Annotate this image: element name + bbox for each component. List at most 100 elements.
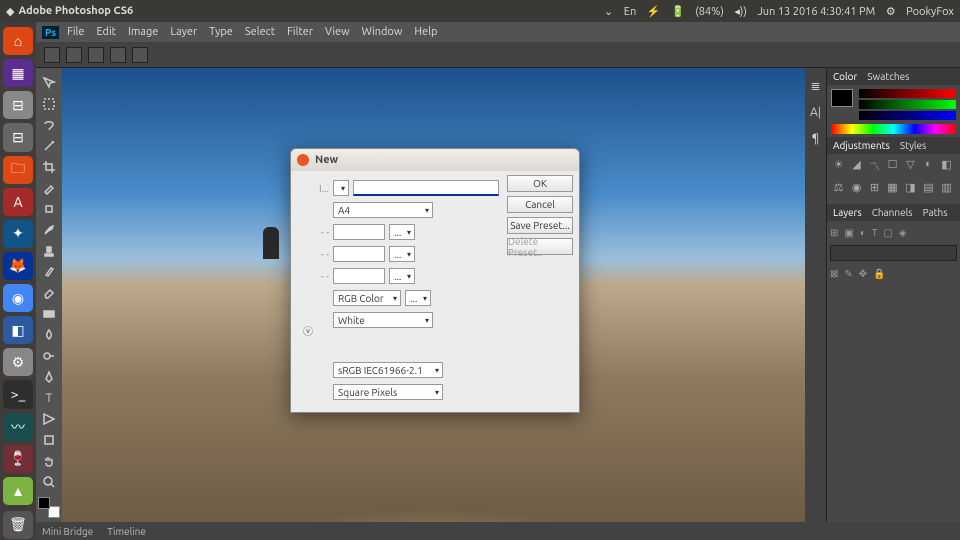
menu-edit[interactable]: Edit [96,26,116,38]
tab-styles[interactable]: Styles [900,140,926,151]
adj-vibrance-icon[interactable]: ▽ [903,158,918,172]
color-mode-select[interactable]: RGB Color [333,290,401,306]
history-icon[interactable]: ≣ [808,78,824,94]
menu-file[interactable]: File [67,26,84,38]
wifi-icon[interactable]: ⌄ [604,6,613,18]
advanced-toggle[interactable]: ⓥ [303,323,313,338]
drive2-icon[interactable]: ⊟ [3,123,33,151]
move-tool[interactable] [38,73,60,92]
crop-tool[interactable] [38,157,60,176]
volume-icon[interactable]: ◂)) [734,6,746,18]
adj-photo-icon[interactable]: ◉ [849,181,864,195]
eraser-tool[interactable] [38,283,60,302]
lay-img-icon[interactable]: ▣ [844,227,853,239]
pixel-aspect-select[interactable]: Square Pixels [333,384,443,400]
adj-curves-icon[interactable]: 〽 [867,158,882,172]
menu-help[interactable]: Help [414,26,437,38]
adj-bw-icon[interactable]: ◧ [939,158,954,172]
tab-minibridge[interactable]: Mini Bridge [42,526,93,537]
adj-brightness-icon[interactable]: ☀ [831,158,846,172]
menu-window[interactable]: Window [362,26,403,38]
history-tool[interactable] [38,262,60,281]
g-slider[interactable] [859,100,956,109]
tab-adjustments[interactable]: Adjustments [833,140,890,151]
tab-timeline[interactable]: Timeline [107,526,146,537]
clock[interactable]: Jun 13 2016 4:30:41 PM [757,6,875,18]
dash-icon[interactable]: ⌂ [3,27,33,55]
adj-thresh-icon[interactable]: ▥ [939,181,954,195]
name-dropdown[interactable] [333,180,349,196]
lock-icon[interactable]: ⊠ [830,268,838,280]
menu-image[interactable]: Image [128,26,158,38]
opt-box[interactable] [88,47,104,63]
r-slider[interactable] [859,89,956,98]
ok-button[interactable]: OK [507,175,573,192]
folder-icon[interactable]: 🗀 [3,156,33,184]
adj-levels-icon[interactable]: ◢ [849,158,864,172]
tab-channels[interactable]: Channels [872,207,913,218]
color-depth-select[interactable]: ... [405,290,431,306]
battery-icon[interactable]: 🔋 [671,6,685,18]
files-icon[interactable]: ▦ [3,59,33,87]
wand-tool[interactable] [38,136,60,155]
app2-icon[interactable]: ✦ [3,220,33,248]
width-unit[interactable]: ... [389,224,415,240]
app-icon[interactable]: A [3,188,33,216]
keyboard-lang[interactable]: En [624,6,636,18]
opt-box[interactable] [66,47,82,63]
height-input[interactable] [333,246,385,262]
trash-icon[interactable]: 🗑 [3,511,33,539]
lay-shape-icon[interactable]: ▢ [883,227,892,239]
menu-select[interactable]: Select [245,26,275,38]
lock4-icon[interactable]: 🔒 [873,268,885,280]
adj-lookup-icon[interactable]: ▦ [885,181,900,195]
name-input[interactable] [353,180,499,196]
tab-swatches[interactable]: Swatches [867,71,909,82]
opt-marquee-icon[interactable] [44,47,60,63]
res-unit[interactable]: ... [389,268,415,284]
save-preset-button[interactable]: Save Preset... [507,217,573,234]
dialog-titlebar[interactable]: New [291,149,579,171]
tab-paths[interactable]: Paths [923,207,948,218]
lay-adj-icon[interactable]: ◐ [860,227,866,239]
user-name[interactable]: PookyFox [906,6,954,18]
chrome-icon[interactable]: ◉ [3,284,33,312]
android-icon[interactable]: ▲ [3,477,33,505]
monitor-icon[interactable]: 〰 [3,413,33,441]
zoom-tool[interactable] [38,473,60,492]
color-swatch[interactable] [831,89,853,107]
blend-mode-select[interactable] [830,245,957,261]
b-slider[interactable] [859,111,956,120]
wine-icon[interactable]: 🍷 [3,445,33,473]
menu-view[interactable]: View [325,26,350,38]
gear-icon[interactable]: ⚙ [886,6,896,18]
lay-smart-icon[interactable]: ◈ [899,227,907,239]
blur-tool[interactable] [38,326,60,345]
shape-tool[interactable] [38,431,60,450]
drive-icon[interactable]: ⊟ [3,91,33,119]
brush-tool[interactable] [38,220,60,239]
adj-colorbal-icon[interactable]: ⚖ [831,181,846,195]
lay-filter-icon[interactable]: ⊞ [830,227,838,239]
pen-tool[interactable] [38,368,60,387]
lay-type-icon[interactable]: T [872,227,878,239]
height-unit[interactable]: ... [389,246,415,262]
adj-mixer-icon[interactable]: ⊞ [867,181,882,195]
bluetooth-icon[interactable]: ⚡ [647,6,661,18]
settings-icon[interactable]: ⚙ [3,348,33,376]
width-input[interactable] [333,224,385,240]
box-icon[interactable]: ◧ [3,316,33,344]
opt-box[interactable] [132,47,148,63]
close-icon[interactable] [297,154,309,166]
firefox-icon[interactable]: 🦊 [3,252,33,280]
menu-filter[interactable]: Filter [287,26,313,38]
tab-layers[interactable]: Layers [833,207,862,218]
adj-exposure-icon[interactable]: ☐ [885,158,900,172]
eyedropper-tool[interactable] [38,178,60,197]
dodge-tool[interactable] [38,347,60,366]
cancel-button[interactable]: Cancel [507,196,573,213]
adj-hue-icon[interactable]: ◐ [921,158,936,172]
lock3-icon[interactable]: ✥ [859,268,867,280]
heal-tool[interactable] [38,199,60,218]
menu-layer[interactable]: Layer [170,26,197,38]
